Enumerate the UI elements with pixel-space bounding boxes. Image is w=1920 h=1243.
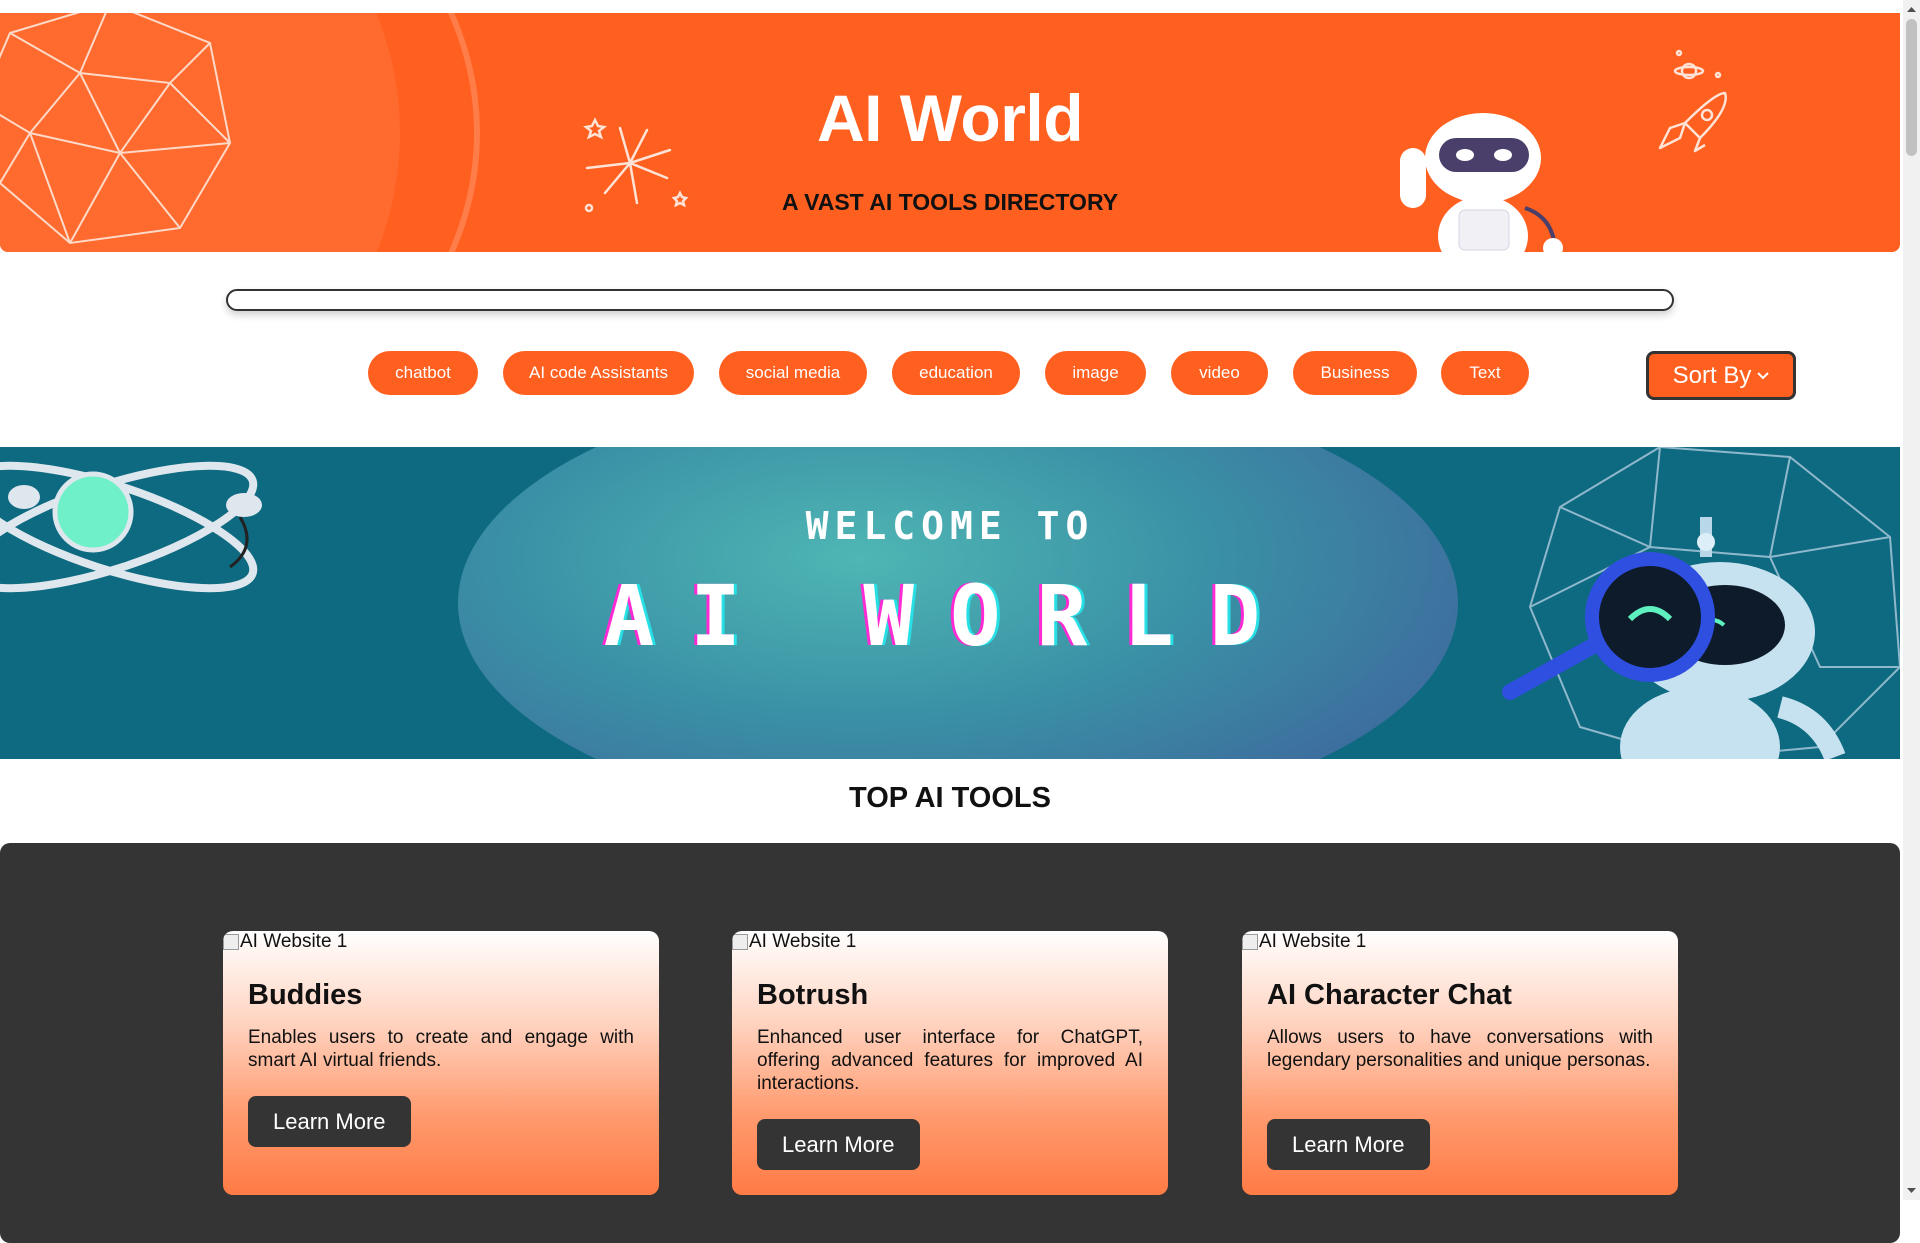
rocket-icon [1658, 49, 1727, 153]
learn-more-button[interactable]: Learn More [248, 1096, 411, 1147]
scrollbar-thumb[interactable] [1906, 19, 1917, 156]
broken-image-icon [1242, 934, 1258, 950]
tool-card: AI Website 1 Botrush Enhanced user inter… [732, 931, 1168, 1195]
chevron-down-icon [1757, 371, 1770, 379]
robot-magnifier-icon [1502, 447, 1900, 759]
category-ai-code-assistants[interactable]: AI code Assistants [503, 351, 694, 395]
sort-by-label: Sort By [1672, 361, 1752, 389]
page-scrollbar[interactable] [1903, 0, 1920, 1200]
site-title: AI World [816, 81, 1084, 155]
sort-by-button[interactable]: Sort By [1646, 351, 1796, 400]
tool-image: AI Website 1 [1242, 931, 1366, 953]
tool-image: AI Website 1 [732, 931, 856, 953]
learn-more-button[interactable]: Learn More [757, 1119, 920, 1170]
tool-image: AI Website 1 [223, 931, 347, 953]
scroll-down-icon[interactable] [1905, 1184, 1918, 1197]
tool-card: AI Website 1 Buddies Enables users to cr… [223, 931, 659, 1195]
tool-description: Allows users to have conversations with … [1267, 1027, 1653, 1071]
scroll-up-icon[interactable] [1905, 3, 1918, 16]
tool-description: Enables users to create and engage with … [248, 1027, 634, 1071]
broken-image-icon [223, 934, 239, 950]
top-tools-heading: TOP AI TOOLS [849, 782, 1051, 814]
robot-icon [1400, 113, 1563, 252]
broken-image-icon [732, 934, 748, 950]
tool-card: AI Website 1 AI Character Chat Allows us… [1242, 931, 1678, 1195]
site-subtitle: A VAST AI TOOLS DIRECTORY [781, 189, 1119, 215]
learn-more-button[interactable]: Learn More [1267, 1119, 1430, 1170]
category-image[interactable]: image [1045, 351, 1146, 395]
category-social-media[interactable]: social media [719, 351, 867, 395]
category-business[interactable]: Business [1293, 351, 1417, 395]
tool-name: AI Character Chat [1267, 979, 1512, 1011]
tool-name: Botrush [757, 979, 869, 1011]
category-chatbot[interactable]: chatbot [368, 351, 478, 395]
tool-description: Enhanced user interface for ChatGPT, off… [757, 1027, 1143, 1094]
site-header: AI World A VAST AI TOOLS DIRECTORY [0, 13, 1900, 252]
tool-name: Buddies [248, 979, 363, 1011]
tool-image-alt: AI Website 1 [749, 931, 857, 952]
category-text[interactable]: Text [1441, 351, 1529, 395]
category-video[interactable]: video [1171, 351, 1268, 395]
tool-image-alt: AI Website 1 [1259, 931, 1367, 952]
welcome-banner: WELCOME TO AI WORLD [0, 447, 1900, 759]
category-education[interactable]: education [892, 351, 1020, 395]
search-input[interactable] [226, 289, 1674, 311]
tool-image-alt: AI Website 1 [240, 931, 348, 952]
